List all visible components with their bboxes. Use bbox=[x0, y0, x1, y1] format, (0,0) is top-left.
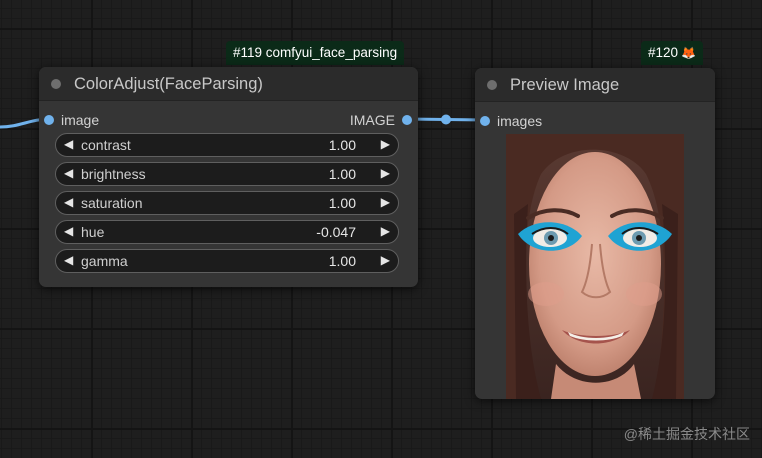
widget-value[interactable]: -0.047 bbox=[316, 224, 356, 240]
widget-value[interactable]: 1.00 bbox=[329, 166, 356, 182]
node-120-badge-text: #120 bbox=[648, 45, 679, 60]
widget-value[interactable]: 1.00 bbox=[329, 195, 356, 211]
slot-row: images bbox=[475, 112, 715, 130]
widget-value[interactable]: 1.00 bbox=[329, 253, 356, 269]
node-header[interactable]: Preview Image bbox=[475, 68, 715, 102]
slot-row: image IMAGE bbox=[39, 111, 418, 129]
increment-arrow-icon[interactable]: ▶ bbox=[381, 137, 390, 151]
node-119-badge-text: #119 comfyui_face_parsing bbox=[233, 45, 398, 60]
collapse-dot-icon[interactable] bbox=[51, 79, 61, 89]
widget-label: contrast bbox=[81, 137, 131, 153]
preview-image-node[interactable]: Preview Image images bbox=[475, 68, 715, 399]
images-input-label: images bbox=[497, 113, 543, 129]
link-midpoint-handle bbox=[441, 114, 451, 125]
watermark: @稀土掘金技术社区 bbox=[623, 426, 750, 442]
node-120-badge: #120 🦊 bbox=[641, 41, 703, 65]
increment-arrow-icon[interactable]: ▶ bbox=[381, 166, 390, 180]
decrement-arrow-icon[interactable]: ◀ bbox=[64, 253, 73, 267]
images-input-slot[interactable] bbox=[480, 116, 490, 126]
increment-arrow-icon[interactable]: ▶ bbox=[381, 253, 390, 267]
portrait-illustration bbox=[506, 134, 684, 399]
brightness-widget[interactable]: ◀ brightness 1.00 ▶ bbox=[55, 162, 399, 186]
node-119-badge: #119 comfyui_face_parsing bbox=[226, 41, 405, 65]
decrement-arrow-icon[interactable]: ◀ bbox=[64, 166, 73, 180]
contrast-widget[interactable]: ◀ contrast 1.00 ▶ bbox=[55, 133, 399, 157]
decrement-arrow-icon[interactable]: ◀ bbox=[64, 224, 73, 238]
widget-label: saturation bbox=[81, 195, 143, 211]
widget-label: gamma bbox=[81, 253, 128, 269]
widget-value[interactable]: 1.00 bbox=[329, 137, 356, 153]
saturation-widget[interactable]: ◀ saturation 1.00 ▶ bbox=[55, 191, 399, 215]
node-title: Preview Image bbox=[510, 76, 620, 94]
collapse-dot-icon[interactable] bbox=[487, 80, 497, 90]
color-adjust-node[interactable]: ColorAdjust(FaceParsing) image IMAGE ◀ c… bbox=[39, 67, 418, 287]
decrement-arrow-icon[interactable]: ◀ bbox=[64, 195, 73, 209]
image-output-label: IMAGE bbox=[349, 112, 395, 128]
increment-arrow-icon[interactable]: ▶ bbox=[381, 224, 390, 238]
decrement-arrow-icon[interactable]: ◀ bbox=[64, 137, 73, 151]
fox-icon: 🦊 bbox=[681, 46, 696, 60]
image-input-label: image bbox=[61, 112, 100, 128]
increment-arrow-icon[interactable]: ▶ bbox=[381, 195, 390, 209]
image-input-slot[interactable] bbox=[44, 115, 54, 125]
widget-label: brightness bbox=[81, 166, 146, 182]
image-output-slot[interactable] bbox=[402, 115, 412, 125]
gamma-widget[interactable]: ◀ gamma 1.00 ▶ bbox=[55, 249, 399, 273]
widget-label: hue bbox=[81, 224, 105, 240]
preview-image[interactable] bbox=[506, 134, 684, 399]
hue-widget[interactable]: ◀ hue -0.047 ▶ bbox=[55, 220, 399, 244]
node-title: ColorAdjust(FaceParsing) bbox=[74, 75, 263, 93]
node-header[interactable]: ColorAdjust(FaceParsing) bbox=[39, 67, 418, 101]
